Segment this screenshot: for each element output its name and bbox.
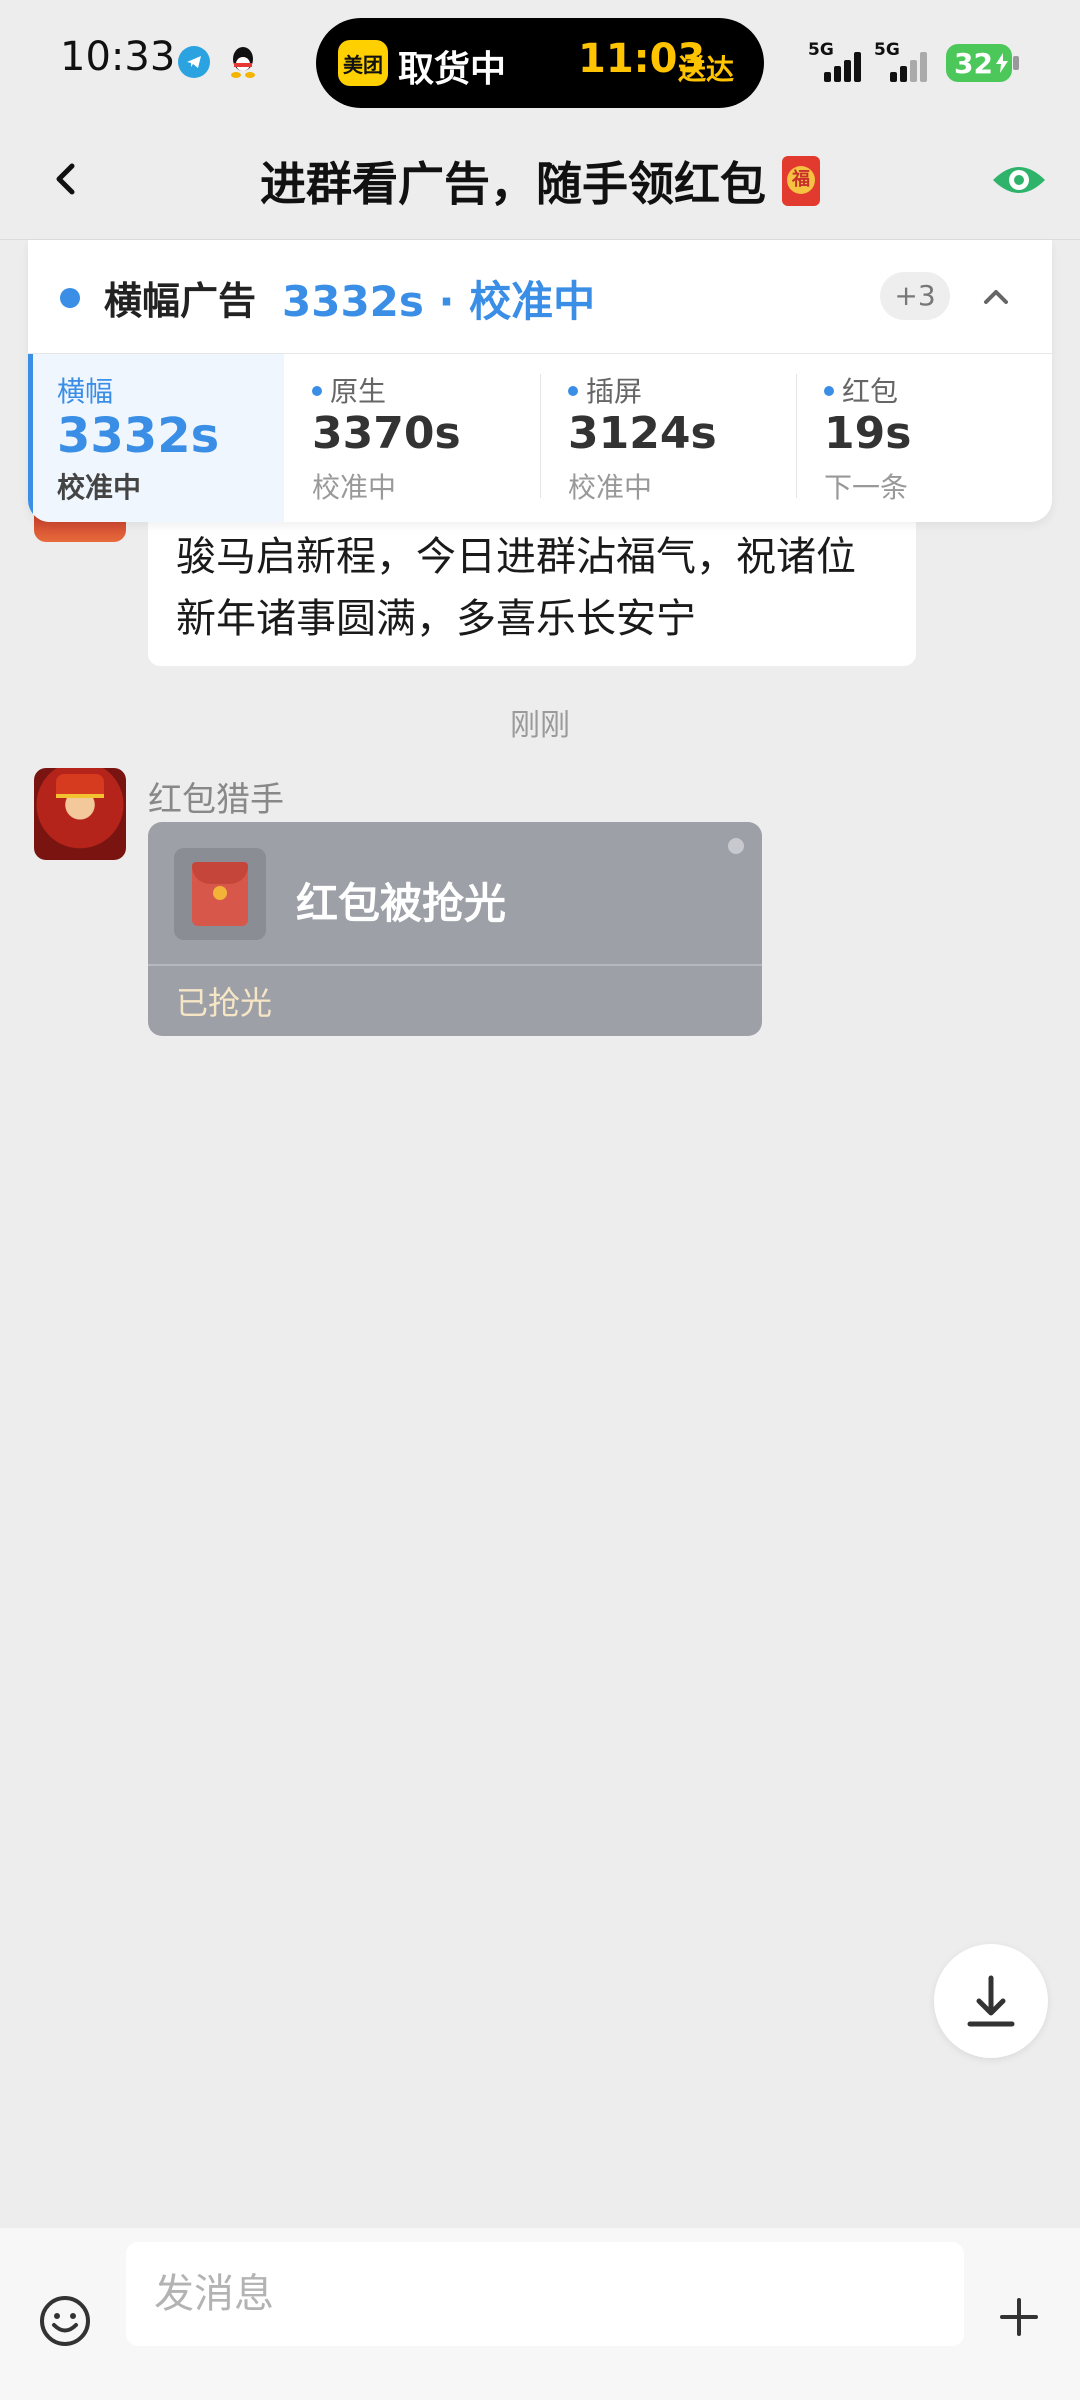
delivery-status: 取货中 [398, 49, 507, 90]
ad-tabs: 横幅 3332s 校准中 原生 3370s 校准中 插屏 3124s 校准中 红… [28, 354, 1052, 522]
nav-bar: 进群看广告，随手领红包 [0, 120, 1080, 240]
emoji-icon[interactable] [38, 2294, 92, 2348]
message-timestamp: 刚刚 [510, 708, 570, 743]
ad-tab-value: 3332s [57, 408, 220, 464]
red-envelope-icon [782, 156, 820, 206]
page-title-text: 进群看广告，随手领红包 [260, 157, 766, 211]
ad-tab-interstitial[interactable]: 插屏 3124s 校准中 [540, 354, 796, 522]
chevron-up-icon[interactable] [976, 276, 1016, 316]
live-activity-island[interactable]: 美团 取货中 11:03 送达 [316, 18, 764, 108]
ad-tab-label: 横幅 [57, 375, 114, 408]
ad-panel-header[interactable]: 横幅广告 3332s · 校准中 +3 [28, 240, 1052, 354]
telegram-icon [178, 46, 210, 78]
ad-tab-native[interactable]: 原生 3370s 校准中 [284, 354, 540, 522]
ad-tab-value: 3124s [568, 408, 717, 459]
ad-countdown: 3332s · 校准中 [282, 277, 596, 326]
sender-avatar[interactable] [34, 768, 126, 860]
ad-tab-sub: 校准中 [568, 471, 653, 504]
scroll-to-bottom-button[interactable] [934, 1944, 1048, 2058]
ad-tab-label: 红包 [824, 370, 898, 410]
delivery-eta-label: 送达 [678, 53, 735, 86]
ad-tab-sub: 校准中 [57, 471, 142, 504]
status-bar: 10:33 美团 取货中 11:03 送达 5G 5G 32 [0, 0, 1080, 120]
sender-name: 红包猎手 [148, 780, 284, 820]
ad-tab-banner[interactable]: 横幅 3332s 校准中 [28, 354, 284, 522]
status-time: 10:33 [60, 34, 176, 80]
battery-icon: 32 [946, 44, 1012, 82]
signal-icon-1: 5G [808, 40, 868, 82]
red-packet-status: 已抢光 [176, 984, 273, 1022]
red-packet-title: 红包被抢光 [296, 879, 507, 928]
ad-tab-red-packet[interactable]: 红包 19s 下一条 [796, 354, 1052, 522]
download-arrow-icon [967, 1975, 1015, 2027]
eye-icon[interactable] [990, 160, 1048, 200]
divider [148, 964, 762, 966]
ad-tab-label: 原生 [312, 370, 386, 410]
more-badge[interactable]: +3 [880, 272, 950, 320]
ad-type-label: 横幅广告 [104, 279, 257, 323]
signal-icon-2: 5G [874, 40, 934, 82]
ad-tab-sub: 下一条 [824, 471, 909, 504]
message-input-bar [0, 2228, 1080, 2400]
ad-tab-sub: 校准中 [312, 471, 397, 504]
message-input[interactable] [126, 2242, 964, 2346]
page-title: 进群看广告，随手领红包 [0, 148, 1080, 214]
ad-tab-value: 3370s [312, 408, 461, 459]
status-dot [60, 288, 80, 308]
message-bubble[interactable]: 骏马启新程，今日进群沾福气，祝诸位新年诸事圆满，多喜乐长安宁 [148, 512, 916, 666]
qq-icon [226, 44, 260, 80]
ad-tab-label: 插屏 [568, 370, 642, 410]
packet-dot [728, 838, 744, 854]
meituan-logo: 美团 [338, 40, 388, 86]
battery-tip [1013, 56, 1019, 70]
red-envelope-icon [174, 848, 266, 940]
plus-icon[interactable] [994, 2292, 1044, 2342]
red-packet-card[interactable]: 红包被抢光 已抢光 [148, 822, 762, 1036]
ad-status-panel: 横幅广告 3332s · 校准中 +3 横幅 3332s 校准中 原生 3370… [28, 240, 1052, 522]
ad-tab-value: 19s [824, 408, 912, 459]
